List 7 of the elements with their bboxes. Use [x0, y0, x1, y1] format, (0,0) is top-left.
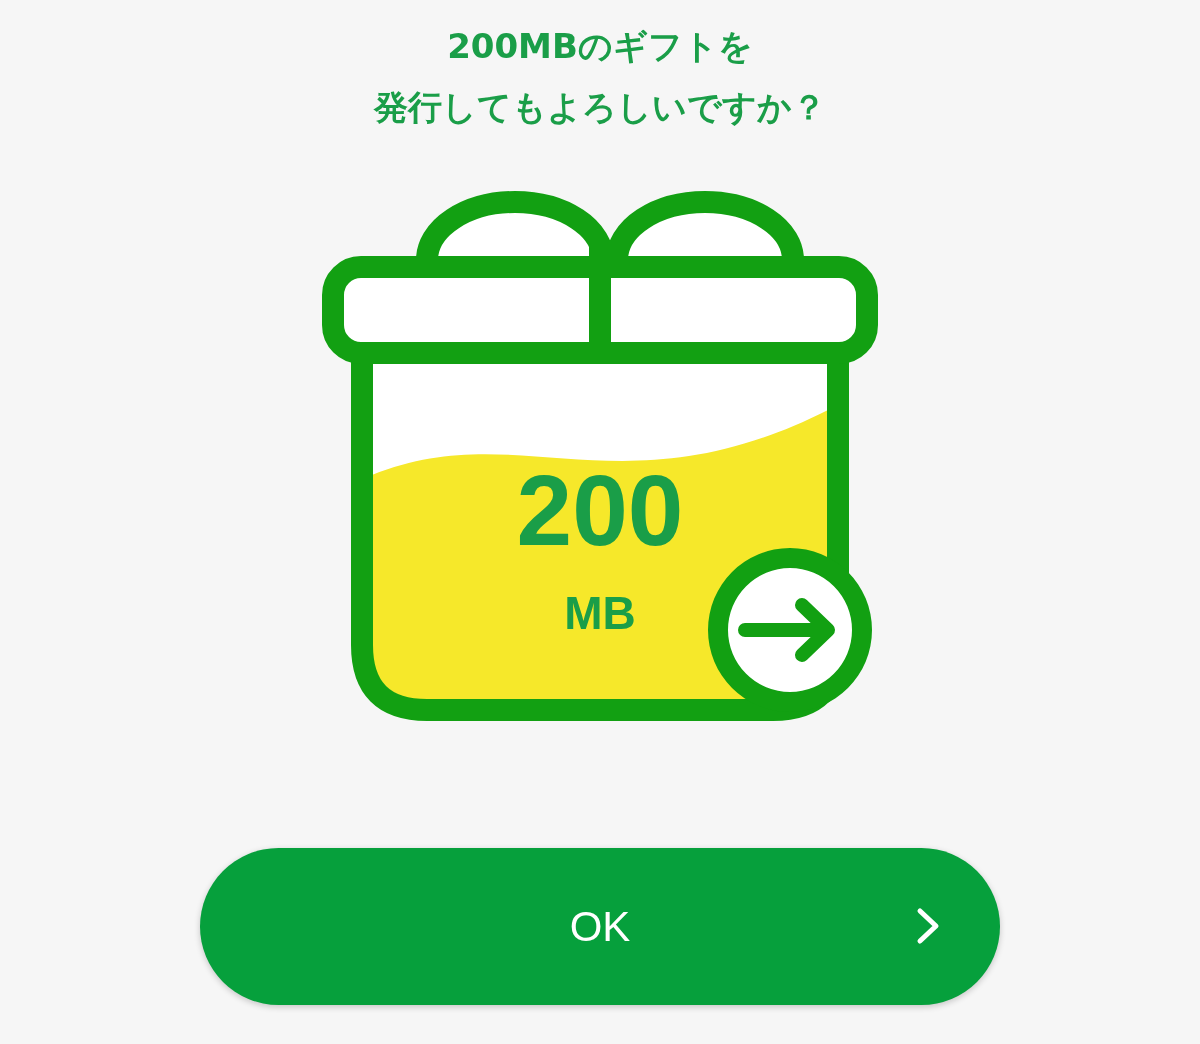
ok-button[interactable]: OK [200, 848, 1000, 1005]
dialog-title-line: 200MBのギフトを [447, 25, 753, 68]
chevron-icon [916, 907, 940, 945]
arrow-icon [738, 598, 835, 662]
gift-unit: MB [564, 587, 636, 639]
gift-amount: 200 [516, 454, 684, 566]
dialog-title-line: 発行してもよろしいですか？ [374, 86, 826, 129]
